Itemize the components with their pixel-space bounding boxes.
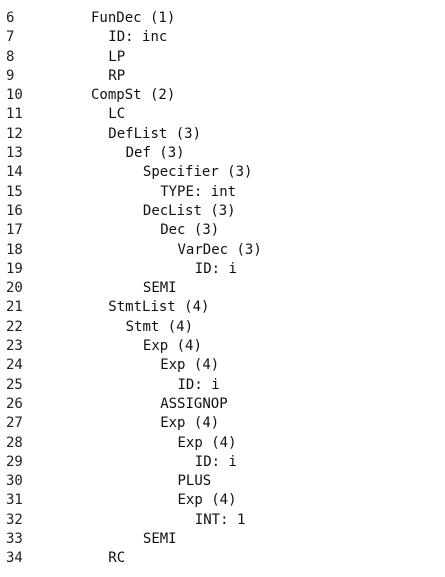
code-line: 26 ASSIGNOP (0, 395, 445, 414)
line-number: 32 (6, 511, 23, 528)
code-line: 23 Exp (4) (0, 337, 445, 356)
tree-node-label: Specifier (3) (142, 164, 253, 181)
line-number: 21 (6, 299, 23, 316)
code-line: 30 PLUS (0, 472, 445, 491)
line-number: 28 (6, 434, 23, 451)
line-number: 27 (6, 415, 23, 432)
line-number: 14 (6, 164, 23, 181)
tree-node-label: Exp (4) (160, 415, 220, 432)
line-number: 19 (6, 260, 23, 277)
tree-node-label: Def (3) (125, 145, 185, 162)
code-line: 12 DefList (3) (0, 125, 445, 144)
tree-node-label: SEMI (142, 280, 177, 297)
tree-node-label: ID: i (177, 376, 220, 393)
code-line: 29 ID: i (0, 453, 445, 472)
line-number: 22 (6, 318, 23, 335)
line-number: 30 (6, 473, 23, 490)
line-number: 20 (6, 280, 23, 297)
tree-node-label: LC (108, 106, 126, 123)
line-number: 16 (6, 202, 23, 219)
tree-node-label: RC (108, 550, 126, 567)
code-line: 33 SEMI (0, 530, 445, 549)
tree-node-label: INT: 1 (194, 511, 246, 528)
tree-node-label: PLUS (177, 473, 212, 490)
code-line: 14 Specifier (3) (0, 163, 445, 182)
code-line: 28 Exp (4) (0, 434, 445, 453)
tree-node-label: Dec (3) (160, 222, 220, 239)
code-line: 21 StmtList (4) (0, 298, 445, 317)
tree-node-label: ID: i (194, 453, 237, 470)
tree-node-label: ID: inc (108, 29, 168, 46)
line-number: 24 (6, 357, 23, 374)
line-number: 25 (6, 376, 23, 393)
line-number: 6 (6, 10, 15, 26)
line-number: 33 (6, 531, 23, 548)
code-line: 11 LC (0, 105, 445, 124)
syntax-tree-output: 6 FunDec (1) 7 ID: inc 8 LP 9 RP 10 CompSt (2) 11 L… (0, 9, 445, 569)
code-line: 10 CompSt (2) (0, 86, 445, 105)
code-line: 27 Exp (4) (0, 414, 445, 433)
code-line: 25 ID: i (0, 376, 445, 395)
line-number: 11 (6, 106, 23, 123)
tree-node-label: DefList (3) (108, 125, 202, 142)
line-number: 8 (6, 48, 15, 65)
line-number: 15 (6, 183, 23, 200)
code-line: 8 LP (0, 48, 445, 67)
tree-node-label: RP (108, 67, 126, 84)
line-number: 13 (6, 145, 23, 162)
code-line: 20 SEMI (0, 279, 445, 298)
code-line: 17 Dec (3) (0, 221, 445, 240)
line-number: 31 (6, 492, 23, 509)
tree-node-label: Stmt (4) (125, 318, 194, 335)
code-line: 31 Exp (4) (0, 491, 445, 510)
line-number: 34 (6, 550, 23, 567)
tree-node-label: FunDec (1) (91, 10, 176, 26)
line-number: 29 (6, 453, 23, 470)
tree-node-label: SEMI (142, 531, 177, 548)
code-line: 6 FunDec (1) (0, 9, 445, 28)
code-line: 13 Def (3) (0, 144, 445, 163)
line-number: 26 (6, 395, 23, 412)
code-line: 22 Stmt (4) (0, 318, 445, 337)
tree-node-label: VarDec (3) (177, 241, 262, 258)
code-line: 9 RP (0, 67, 445, 86)
line-number: 23 (6, 338, 23, 355)
line-number: 10 (6, 87, 23, 104)
line-number: 9 (6, 67, 15, 84)
code-line: 24 Exp (4) (0, 356, 445, 375)
line-number: 17 (6, 222, 23, 239)
line-number: 7 (6, 29, 15, 46)
tree-node-label: ASSIGNOP (160, 395, 228, 412)
tree-node-label: Exp (4) (160, 357, 220, 374)
tree-node-label: ID: i (194, 260, 237, 277)
tree-node-label: LP (108, 48, 126, 65)
code-line: 19 ID: i (0, 260, 445, 279)
line-number: 18 (6, 241, 23, 258)
code-line: 7 ID: inc (0, 28, 445, 47)
line-number: 12 (6, 125, 23, 142)
tree-node-label: Exp (4) (177, 434, 237, 451)
code-line: 34 RC (0, 549, 445, 568)
tree-node-label: Exp (4) (142, 338, 202, 355)
tree-node-label: StmtList (4) (108, 299, 210, 316)
tree-node-label: Exp (4) (177, 492, 237, 509)
code-line: 16 DecList (3) (0, 202, 445, 221)
tree-node-label: DecList (3) (142, 202, 236, 219)
code-line: 15 TYPE: int (0, 183, 445, 202)
code-line: 32 INT: 1 (0, 511, 445, 530)
tree-node-label: CompSt (2) (91, 87, 176, 104)
tree-node-label: TYPE: int (160, 183, 237, 200)
code-line: 18 VarDec (3) (0, 241, 445, 260)
